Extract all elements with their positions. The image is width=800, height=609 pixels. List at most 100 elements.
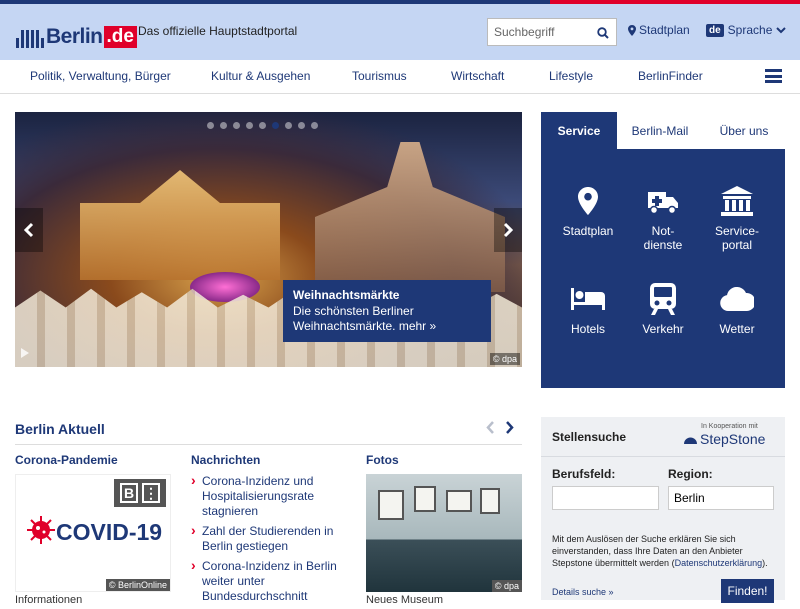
covid-word: COVID-19 [56, 519, 163, 545]
partner-name: StepStone [700, 431, 766, 447]
hero-caption[interactable]: Weihnachtsmärkte Die schönsten Berliner … [283, 280, 491, 342]
service-label: Service- [714, 224, 759, 238]
berufsfeld-input[interactable] [552, 486, 659, 510]
privacy-disclaimer: Mit dem Auslösen der Suche erklären Sie … [552, 533, 777, 569]
service-label: Verkehr [642, 322, 684, 336]
hero-building-left [80, 170, 280, 280]
service-item-wetter[interactable]: Wetter [697, 282, 777, 336]
service-box: Service Berlin-Mail Über uns Stadtplan N… [541, 112, 785, 388]
news-item[interactable]: Zahl der Studierenden in Berlin gestiege… [191, 523, 346, 554]
slider-next-button[interactable] [494, 208, 522, 252]
brandenburg-gate-icon [16, 30, 44, 48]
disclaimer-end: ). [762, 558, 768, 568]
nav-item-berlinfinder[interactable]: BerlinFinder [638, 69, 703, 83]
service-label: Not- [651, 224, 675, 238]
lang-badge: de [706, 23, 724, 37]
covid-credit: © BerlinOnline [105, 579, 170, 591]
berufsfeld-label: Berufsfeld: [552, 467, 616, 481]
region-label: Region: [668, 467, 713, 481]
slider-dot[interactable] [220, 122, 227, 129]
details-search-link[interactable]: Details suche » [552, 587, 614, 597]
service-item-notdienste[interactable]: Not- dienste [623, 184, 703, 252]
hero-building-right [315, 142, 505, 292]
covid-teaser-image[interactable]: B ⋮ COVID-19 © BerlinOnline [15, 474, 171, 592]
search-icon[interactable] [597, 26, 609, 44]
hero-caption-text: Die schönsten Berliner Weihnachtsmärkte.… [293, 304, 437, 333]
find-button[interactable]: Finden! [721, 579, 774, 603]
slider-dot[interactable] [207, 122, 214, 129]
cooperation-note: In Kooperation mit [701, 423, 758, 430]
service-label: Stadtplan [562, 224, 614, 238]
virus-icon [27, 516, 55, 544]
nav-item-politik[interactable]: Politik, Verwaltung, Bürger [30, 69, 171, 83]
hero-credit: © dpa [489, 353, 520, 365]
search-box [487, 18, 617, 46]
stepstone-logo[interactable]: StepStone [684, 431, 765, 447]
covid-caption[interactable]: Informationen [15, 594, 82, 606]
nav-item-tourismus[interactable]: Tourismus [352, 69, 407, 83]
slider-dot[interactable] [259, 122, 266, 129]
slider-dot[interactable] [246, 122, 253, 129]
news-item[interactable]: Corona-Inzidenz und Hospitalisierungsrat… [191, 473, 346, 519]
fotos-caption[interactable]: Neues Museum [366, 594, 443, 606]
nav-item-wirtschaft[interactable]: Wirtschaft [451, 69, 504, 83]
photo-frame [414, 486, 436, 512]
datenschutz-link[interactable]: Datenschutzerklärung [675, 558, 763, 568]
language-selector[interactable]: de Sprache [706, 23, 787, 37]
nav-item-kultur[interactable]: Kultur & Ausgehen [211, 69, 310, 83]
job-search-title: Stellensuche [552, 430, 627, 444]
map-pin-icon [548, 184, 628, 218]
hero-caption-title: Weihnachtsmärkte [293, 288, 400, 302]
slider-prev-button[interactable] [15, 208, 43, 252]
photo-frame [378, 490, 404, 520]
col-head-corona[interactable]: Corona-Pandemie [15, 453, 118, 467]
service-item-stadtplan[interactable]: Stadtplan [548, 184, 628, 238]
logo-word: Berlin [46, 25, 103, 48]
chevron-left-icon [24, 222, 34, 238]
slider-dot[interactable] [233, 122, 240, 129]
chevron-left-icon[interactable] [486, 421, 495, 434]
search-input[interactable] [488, 19, 588, 45]
tagline: Das offizielle Hauptstadtportal [138, 24, 298, 38]
stepstone-icon [684, 437, 697, 444]
chevron-down-icon [776, 26, 787, 33]
aktuell-pager [486, 421, 514, 434]
tab-berlin-mail[interactable]: Berlin-Mail [617, 112, 703, 149]
slider-dot[interactable] [285, 122, 292, 129]
service-label-2: dienste [643, 238, 683, 252]
building-icon [697, 184, 777, 218]
tab-ueber-uns[interactable]: Über uns [703, 112, 785, 149]
berlin-logo[interactable]: Berlin .de [16, 18, 137, 48]
photo-frame [446, 490, 472, 512]
map-pin-icon [628, 24, 636, 36]
col-head-fotos[interactable]: Fotos [366, 453, 399, 467]
job-search-box: Stellensuche In Kooperation mit StepSton… [541, 417, 785, 603]
region-input[interactable] [668, 486, 774, 510]
berlin-bear-logo-icon: B ⋮ [114, 479, 166, 507]
menu-icon[interactable] [765, 69, 782, 83]
news-item[interactable]: Corona-Inzidenz in Berlin weiter unter B… [191, 558, 346, 604]
slider-dot[interactable] [298, 122, 305, 129]
service-label-2: portal [721, 238, 753, 252]
play-icon[interactable] [21, 348, 29, 358]
bed-icon [548, 282, 628, 316]
service-label: Hotels [570, 322, 605, 336]
hero-slider: Weihnachtsmärkte Die schönsten Berliner … [15, 112, 522, 367]
photo-frame [480, 488, 500, 514]
news-list: Corona-Inzidenz und Hospitalisierungsrat… [191, 473, 346, 609]
site-header: Berlin .de Das offizielle Hauptstadtporta… [0, 4, 800, 60]
service-item-hotels[interactable]: Hotels [548, 282, 628, 336]
chevron-right-icon[interactable] [505, 421, 514, 434]
fotos-teaser-image[interactable]: © dpa [366, 474, 522, 592]
service-item-serviceportal[interactable]: Service- portal [697, 184, 777, 252]
stadtplan-link[interactable]: Stadtplan [628, 23, 690, 37]
divider [541, 456, 785, 457]
divider [15, 444, 522, 445]
col-head-nachrichten[interactable]: Nachrichten [191, 453, 260, 467]
tab-service[interactable]: Service [541, 112, 617, 149]
nav-item-lifestyle[interactable]: Lifestyle [549, 69, 593, 83]
ambulance-icon [623, 184, 703, 218]
service-item-verkehr[interactable]: Verkehr [623, 282, 703, 336]
slider-dot[interactable] [311, 122, 318, 129]
slider-dot[interactable] [272, 122, 279, 129]
